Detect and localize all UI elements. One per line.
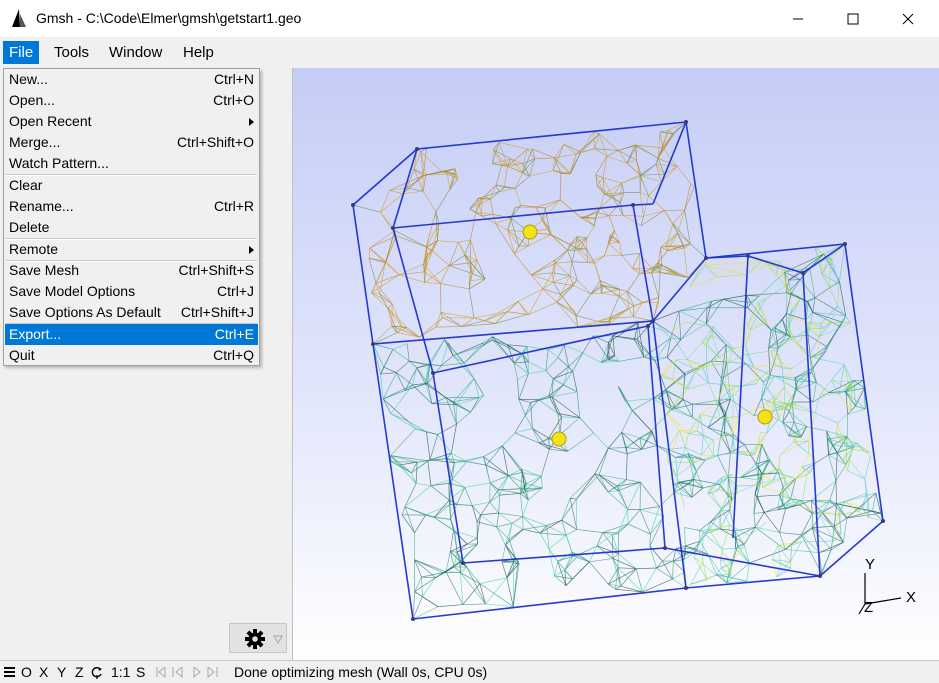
- previous-step-icon[interactable]: [173, 667, 182, 677]
- menu-item-open-recent[interactable]: Open Recent: [5, 111, 258, 132]
- graphics-viewport[interactable]: Y X Z: [293, 68, 939, 660]
- menu-file[interactable]: File: [3, 41, 39, 64]
- menu-item-shortcut: Ctrl+R: [214, 196, 254, 217]
- first-step-icon[interactable]: [157, 667, 165, 677]
- menu-item-watch-pattern[interactable]: Watch Pattern...: [5, 153, 258, 174]
- view-x-button[interactable]: X: [39, 664, 48, 680]
- menu-item-save-options-default[interactable]: Save Options As Default Ctrl+Shift+J: [5, 302, 258, 323]
- close-button[interactable]: [885, 0, 931, 37]
- menu-item-shortcut: Ctrl+Q: [213, 345, 254, 366]
- menu-window[interactable]: Window: [103, 41, 168, 64]
- menu-item-shortcut: Ctrl+O: [213, 90, 254, 111]
- menu-item-label: Rename...: [9, 196, 74, 217]
- menu-item-quit[interactable]: Quit Ctrl+Q: [5, 345, 258, 366]
- minimize-icon: [792, 13, 804, 25]
- menu-item-shortcut: Ctrl+Shift+S: [179, 260, 254, 281]
- menu-item-shortcut: Ctrl+J: [217, 281, 254, 302]
- menu-item-open[interactable]: Open... Ctrl+O: [5, 90, 258, 111]
- menu-item-label: Delete: [9, 217, 49, 238]
- menu-item-label: Merge...: [9, 132, 60, 153]
- view-z-button[interactable]: Z: [75, 664, 84, 680]
- menu-item-label: Save Options As Default: [9, 302, 161, 323]
- menu-item-shortcut: Ctrl+E: [215, 324, 254, 345]
- menu-item-rename[interactable]: Rename... Ctrl+R: [5, 196, 258, 217]
- view-o-button[interactable]: O: [21, 664, 32, 680]
- submenu-arrow-icon: [249, 118, 254, 126]
- axis-z-label: Z: [864, 599, 873, 616]
- menu-help[interactable]: Help: [177, 41, 220, 64]
- view-s-button[interactable]: S: [136, 664, 145, 680]
- menu-item-shortcut: Ctrl+Shift+O: [177, 132, 254, 153]
- menu-bar: File Tools Window Help: [0, 37, 939, 69]
- gmsh-logo-icon: [10, 8, 28, 28]
- scale-button[interactable]: 1:1: [111, 664, 130, 680]
- maximize-button[interactable]: [830, 0, 876, 37]
- menu-item-label: Open Recent: [9, 111, 92, 132]
- axis-y-label: Y: [865, 556, 875, 573]
- hamburger-icon[interactable]: [4, 667, 15, 677]
- menu-item-remote[interactable]: Remote: [5, 239, 258, 260]
- maximize-icon: [847, 13, 859, 25]
- settings-button[interactable]: [229, 623, 287, 653]
- close-icon: [902, 13, 914, 25]
- menu-item-label: New...: [9, 69, 48, 90]
- menu-item-label: Save Model Options: [9, 281, 135, 302]
- file-menu-dropdown: New... Ctrl+N Open... Ctrl+O Open Recent M…: [3, 68, 260, 366]
- view-y-button[interactable]: Y: [57, 664, 66, 680]
- menu-item-label: Export...: [9, 324, 61, 345]
- play-icon[interactable]: [194, 667, 200, 677]
- menu-item-delete[interactable]: Delete: [5, 217, 258, 238]
- menu-item-label: Remote: [9, 239, 58, 260]
- rotate-icon[interactable]: [91, 666, 103, 679]
- status-message: Done optimizing mesh (Wall 0s, CPU 0s): [234, 664, 487, 680]
- menu-item-label: Watch Pattern...: [9, 153, 109, 174]
- axis-x-label: X: [906, 589, 916, 606]
- menu-item-clear[interactable]: Clear: [5, 175, 258, 196]
- submenu-arrow-icon: [249, 246, 254, 254]
- title-bar: Gmsh - C:\Code\Elmer\gmsh\getstart1.geo: [0, 0, 939, 37]
- menu-item-label: Open...: [9, 90, 55, 111]
- menu-item-label: Save Mesh: [9, 260, 79, 281]
- menu-tools[interactable]: Tools: [48, 41, 95, 64]
- menu-item-merge[interactable]: Merge... Ctrl+Shift+O: [5, 132, 258, 153]
- status-bar: O X Y Z 1:1 S Done optimizing mesh (Wall…: [0, 660, 939, 683]
- axes-indicator: Y X Z: [293, 68, 939, 660]
- minimize-button[interactable]: [775, 0, 821, 37]
- menu-item-label: Clear: [9, 175, 42, 196]
- menu-item-save-model-options[interactable]: Save Model Options Ctrl+J: [5, 281, 258, 302]
- gear-icon: [243, 627, 267, 651]
- menu-item-save-mesh[interactable]: Save Mesh Ctrl+Shift+S: [5, 260, 258, 281]
- menu-item-export[interactable]: Export... Ctrl+E: [5, 324, 258, 345]
- menu-item-label: Quit: [9, 345, 35, 366]
- next-step-icon[interactable]: [208, 667, 217, 677]
- menu-item-new[interactable]: New... Ctrl+N: [5, 69, 258, 90]
- menu-item-shortcut: Ctrl+Shift+J: [181, 302, 254, 323]
- dropdown-arrow-icon: [273, 634, 283, 644]
- window-title: Gmsh - C:\Code\Elmer\gmsh\getstart1.geo: [36, 10, 301, 26]
- playback-controls: [156, 667, 224, 678]
- menu-item-shortcut: Ctrl+N: [214, 69, 254, 90]
